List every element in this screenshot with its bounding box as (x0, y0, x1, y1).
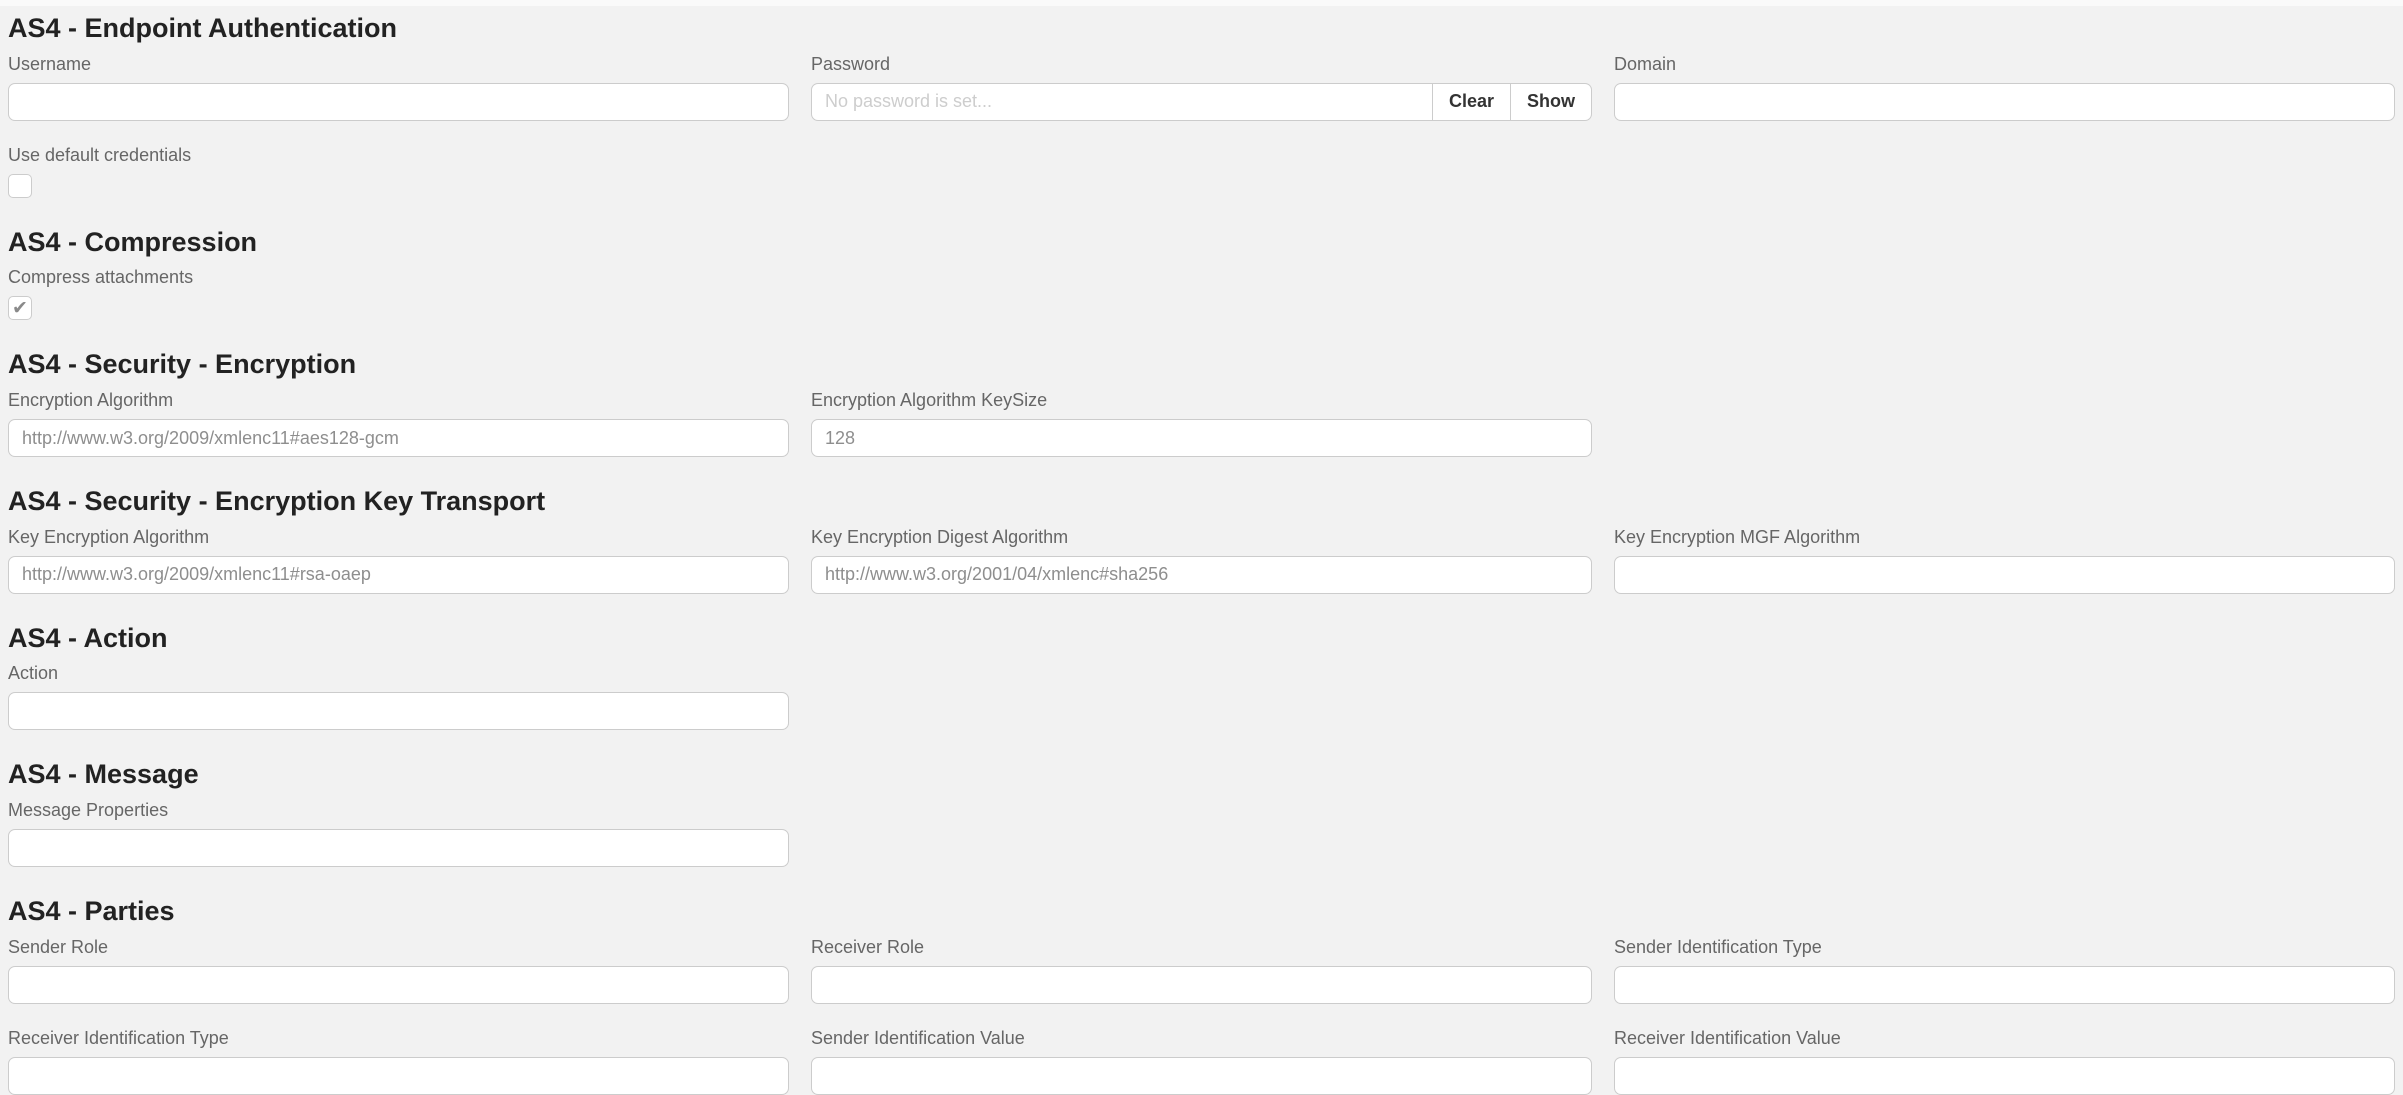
sender-identification-type-field-group: Sender Identification Type (1614, 937, 2395, 1004)
compress-attachments-label: Compress attachments (8, 267, 2395, 288)
sender-role-label: Sender Role (8, 937, 789, 958)
password-field-group: Password Clear Show (811, 54, 1592, 121)
use-default-credentials-checkbox[interactable] (8, 174, 32, 198)
key-encryption-digest-field-group: Key Encryption Digest Algorithm (811, 527, 1592, 594)
password-input[interactable] (811, 83, 1433, 121)
message-spacer-1 (811, 800, 1592, 867)
key-encryption-digest-label: Key Encryption Digest Algorithm (811, 527, 1592, 548)
domain-label: Domain (1614, 54, 2395, 75)
key-encryption-algorithm-field-group: Key Encryption Algorithm (8, 527, 789, 594)
checkmark-icon: ✔ (12, 299, 28, 318)
action-spacer-1 (811, 663, 1592, 730)
key-encryption-digest-input[interactable] (811, 556, 1592, 594)
username-input[interactable] (8, 83, 789, 121)
message-properties-label: Message Properties (8, 800, 789, 821)
receiver-identification-value-input[interactable] (1614, 1057, 2395, 1095)
encryption-spacer (1614, 390, 2395, 457)
section-message: AS4 - Message Message Properties (8, 760, 2395, 867)
password-label: Password (811, 54, 1592, 75)
domain-input[interactable] (1614, 83, 2395, 121)
section-title-action: AS4 - Action (8, 624, 2395, 654)
receiver-identification-type-field-group: Receiver Identification Type (8, 1028, 789, 1095)
section-title-parties: AS4 - Parties (8, 897, 2395, 927)
key-encryption-mgf-field-group: Key Encryption MGF Algorithm (1614, 527, 2395, 594)
sender-role-input[interactable] (8, 966, 789, 1004)
sender-identification-value-field-group: Sender Identification Value (811, 1028, 1592, 1095)
key-encryption-algorithm-label: Key Encryption Algorithm (8, 527, 789, 548)
receiver-identification-value-label: Receiver Identification Value (1614, 1028, 2395, 1049)
receiver-role-input[interactable] (811, 966, 1592, 1004)
message-properties-input[interactable] (8, 829, 789, 867)
section-title-message: AS4 - Message (8, 760, 2395, 790)
message-spacer-2 (1614, 800, 2395, 867)
section-title-security-encryption: AS4 - Security - Encryption (8, 350, 2395, 380)
key-encryption-mgf-label: Key Encryption MGF Algorithm (1614, 527, 2395, 548)
encryption-algorithm-label: Encryption Algorithm (8, 390, 789, 411)
section-endpoint-authentication: AS4 - Endpoint Authentication Username P… (8, 14, 2395, 198)
section-parties: AS4 - Parties Sender Role Receiver Role … (8, 897, 2395, 1095)
show-password-button[interactable]: Show (1511, 83, 1592, 121)
action-input[interactable] (8, 692, 789, 730)
section-compression: AS4 - Compression Compress attachments ✔ (8, 228, 2395, 321)
compress-attachments-field: Compress attachments ✔ (8, 267, 2395, 320)
receiver-role-label: Receiver Role (811, 937, 1592, 958)
receiver-identification-type-label: Receiver Identification Type (8, 1028, 789, 1049)
compress-attachments-checkbox[interactable]: ✔ (8, 296, 32, 320)
section-title-encryption-key-transport: AS4 - Security - Encryption Key Transpor… (8, 487, 2395, 517)
encryption-keysize-input[interactable] (811, 419, 1592, 457)
password-input-group: Clear Show (811, 83, 1592, 121)
use-default-credentials-label: Use default credentials (8, 145, 2395, 166)
section-title-compression: AS4 - Compression (8, 228, 2395, 258)
domain-field-group: Domain (1614, 54, 2395, 121)
as4-settings-form: AS4 - Endpoint Authentication Username P… (0, 6, 2403, 1095)
key-encryption-mgf-input[interactable] (1614, 556, 2395, 594)
action-label: Action (8, 663, 789, 684)
username-label: Username (8, 54, 789, 75)
sender-identification-value-label: Sender Identification Value (811, 1028, 1592, 1049)
action-field-group: Action (8, 663, 789, 730)
sender-role-field-group: Sender Role (8, 937, 789, 1004)
receiver-identification-type-input[interactable] (8, 1057, 789, 1095)
receiver-role-field-group: Receiver Role (811, 937, 1592, 1004)
encryption-keysize-field-group: Encryption Algorithm KeySize (811, 390, 1592, 457)
key-encryption-algorithm-input[interactable] (8, 556, 789, 594)
section-title-endpoint-authentication: AS4 - Endpoint Authentication (8, 14, 2395, 44)
username-field-group: Username (8, 54, 789, 121)
sender-identification-type-input[interactable] (1614, 966, 2395, 1004)
sender-identification-value-input[interactable] (811, 1057, 1592, 1095)
use-default-credentials-field: Use default credentials (8, 145, 2395, 198)
encryption-algorithm-input[interactable] (8, 419, 789, 457)
section-encryption-key-transport: AS4 - Security - Encryption Key Transpor… (8, 487, 2395, 594)
message-properties-field-group: Message Properties (8, 800, 789, 867)
encryption-algorithm-field-group: Encryption Algorithm (8, 390, 789, 457)
action-spacer-2 (1614, 663, 2395, 730)
section-security-encryption: AS4 - Security - Encryption Encryption A… (8, 350, 2395, 457)
encryption-keysize-label: Encryption Algorithm KeySize (811, 390, 1592, 411)
clear-password-button[interactable]: Clear (1433, 83, 1511, 121)
sender-identification-type-label: Sender Identification Type (1614, 937, 2395, 958)
section-action: AS4 - Action Action (8, 624, 2395, 731)
receiver-identification-value-field-group: Receiver Identification Value (1614, 1028, 2395, 1095)
